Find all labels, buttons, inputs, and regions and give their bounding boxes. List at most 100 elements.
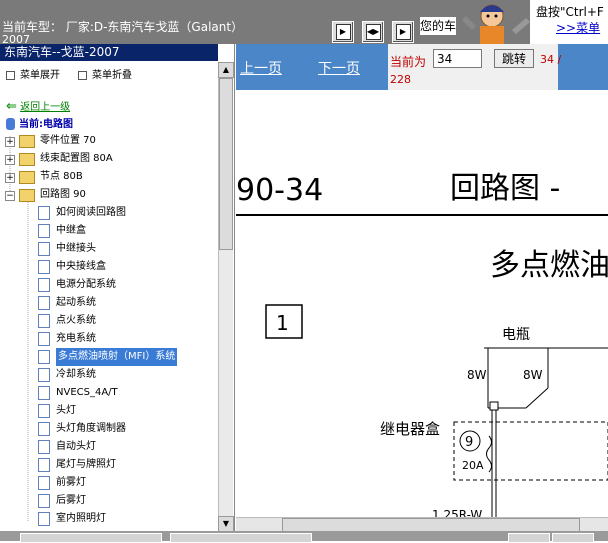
tree-item-label[interactable]: 充电系统 [56,330,96,348]
page-icon [38,242,50,256]
tree-folder-label: 节点 80B [40,171,83,182]
play-icon: ▶ [395,24,411,40]
page-icon [38,206,50,220]
square-icon [6,70,15,80]
tree-item-label[interactable]: 起动系统 [56,294,96,312]
folder-icon [19,153,35,166]
next-page-button[interactable]: ▶ [392,21,414,43]
fuse-number: 9 [465,435,473,450]
page-icon [38,296,50,310]
tree-item-label[interactable]: 室内照明灯 [56,510,106,528]
tree-item-row[interactable]: 点火系统 [0,312,216,330]
tree-item-row[interactable]: 充电系统 [0,330,216,348]
current-location: 当前:电路图 [6,115,73,130]
tree-item-label[interactable]: NVECS_4A/T [56,384,118,402]
back-row[interactable]: ⇐ 返回上一级 [6,98,70,114]
tree-item-row[interactable]: 冷却系统 [0,366,216,384]
page-number-input[interactable]: 34 [433,49,482,68]
fit-page-button[interactable]: ◀▶ [362,21,384,43]
page-total-b: 228 [390,73,411,86]
scroll-up-arrow[interactable]: ▲ [218,62,234,78]
help-text: 盘按"Ctrl+F [536,5,604,19]
tree-folder-label: 零件位置 70 [40,135,96,146]
tree-item-label[interactable]: 头灯 [56,402,76,420]
tree-item-label[interactable]: 中央接线盒 [56,258,106,276]
tree-item-row[interactable]: 头灯 [0,402,216,420]
tree-item-label[interactable]: 后雾灯 [56,492,86,510]
minus-icon[interactable]: − [5,191,15,201]
relay-box-label: 继电器盒 [380,420,440,438]
tree-item-row[interactable]: NVECS_4A/T [0,384,216,402]
scroll-down-arrow[interactable]: ▼ [218,516,234,532]
tree-item-row[interactable]: 中央接线盒 [0,258,216,276]
tree-item-label[interactable]: 冷却系统 [56,366,96,384]
tree-item-label[interactable]: 自动头灯 [56,438,96,456]
cylinder-icon [6,118,15,130]
tree-item-row[interactable]: 自动头灯 [0,438,216,456]
tree-folder-row[interactable]: − 回路图 90 [0,186,216,204]
tree-item-label[interactable]: 中继接头 [56,240,96,258]
tree-item-label[interactable]: 中继盒 [56,222,86,240]
page-icon [38,260,50,274]
wiring-diagram: 90-34 回路图 - 多点燃油 1 电瓶 8W 8W 继电器盒 9 20A 1… [236,171,608,530]
prev-page-link[interactable]: 上一页 [240,58,282,78]
back-link[interactable]: 返回上一级 [20,102,70,113]
bottom-tab-1[interactable] [20,533,162,543]
folder-icon [19,189,35,202]
bottom-tab-2[interactable] [170,533,312,543]
help-link[interactable]: >>菜单 [556,19,600,36]
tree-item-label[interactable]: 尾灯与牌照灯 [56,456,116,474]
menu-expand-label: 菜单展开 [20,70,60,81]
plus-icon[interactable]: + [5,173,15,183]
bottom-tab-4[interactable] [552,533,594,543]
current-location-label: 当前:电路图 [19,119,73,130]
system-title: 多点燃油 [490,248,608,283]
tree-item-label[interactable]: 如何阅读回路图 [56,204,126,222]
page-code: 90-34 [236,173,323,208]
tree-item-label[interactable]: 点火系统 [56,312,96,330]
tree-item-row[interactable]: 尾灯与牌照灯 [0,456,216,474]
sidebar-scroll-thumb[interactable] [219,78,233,250]
page-icon [38,386,50,400]
menu-collapse-button[interactable]: 菜单折叠 [78,66,132,81]
tree-item-row[interactable]: 后雾灯 [0,492,216,510]
bottom-tab-3[interactable] [508,533,550,543]
tree-item-row[interactable]: 前雾灯 [0,474,216,492]
wiring-diagram-viewer[interactable]: 90-34 回路图 - 多点燃油 1 电瓶 8W 8W 继电器盒 9 20A 1… [236,90,608,531]
page-icon [38,224,50,238]
diagram-scroll-thumb[interactable] [282,518,580,532]
tree-folder-row[interactable]: + 线束配置图 80A [0,150,216,168]
current-page-label: 当前为 [390,55,427,69]
section-number: 1 [276,311,289,335]
back-arrow-icon: ⇐ [6,99,17,114]
page-total-a: 34 / [540,53,562,66]
plus-icon[interactable]: + [5,155,15,165]
tree-item-row[interactable]: 中继盒 [0,222,216,240]
page-icon [38,458,50,472]
section-title: 回路图 - [450,171,560,206]
tree-folder-row[interactable]: + 节点 80B [0,168,216,186]
jump-button[interactable]: 跳转 [494,49,534,68]
first-page-button[interactable]: ▶ [332,21,354,43]
tree-item-row[interactable]: 室内照明灯 [0,510,216,528]
tree-folder-row[interactable]: + 零件位置 70 [0,132,216,150]
next-page-link[interactable]: 下一页 [318,58,360,78]
page-icon [38,422,50,436]
tree-item-row[interactable]: 电源分配系统 [0,276,216,294]
page-icon [38,350,50,364]
tree-item-label[interactable]: 电源分配系统 [56,276,116,294]
menu-expand-button[interactable]: 菜单展开 [6,66,60,81]
plus-icon[interactable]: + [5,137,15,147]
tree-item-label[interactable]: 头灯角度调制器 [56,420,126,438]
tree-item-row[interactable]: 头灯角度调制器 [0,420,216,438]
wire-label-8w-right: 8W [523,368,543,382]
tree-item-row[interactable]: 多点燃油喷射（MFI）系统 [0,348,216,366]
tree-item-row[interactable]: 中继接头 [0,240,216,258]
page-icon [38,278,50,292]
play-icon: ▶ [335,24,351,40]
tree-item-row[interactable]: 起动系统 [0,294,216,312]
tree-item-label[interactable]: 多点燃油喷射（MFI）系统 [56,348,178,366]
tree-item-row[interactable]: 如何阅读回路图 [0,204,216,222]
page-icon [38,404,50,418]
tree-item-label[interactable]: 前雾灯 [56,474,86,492]
